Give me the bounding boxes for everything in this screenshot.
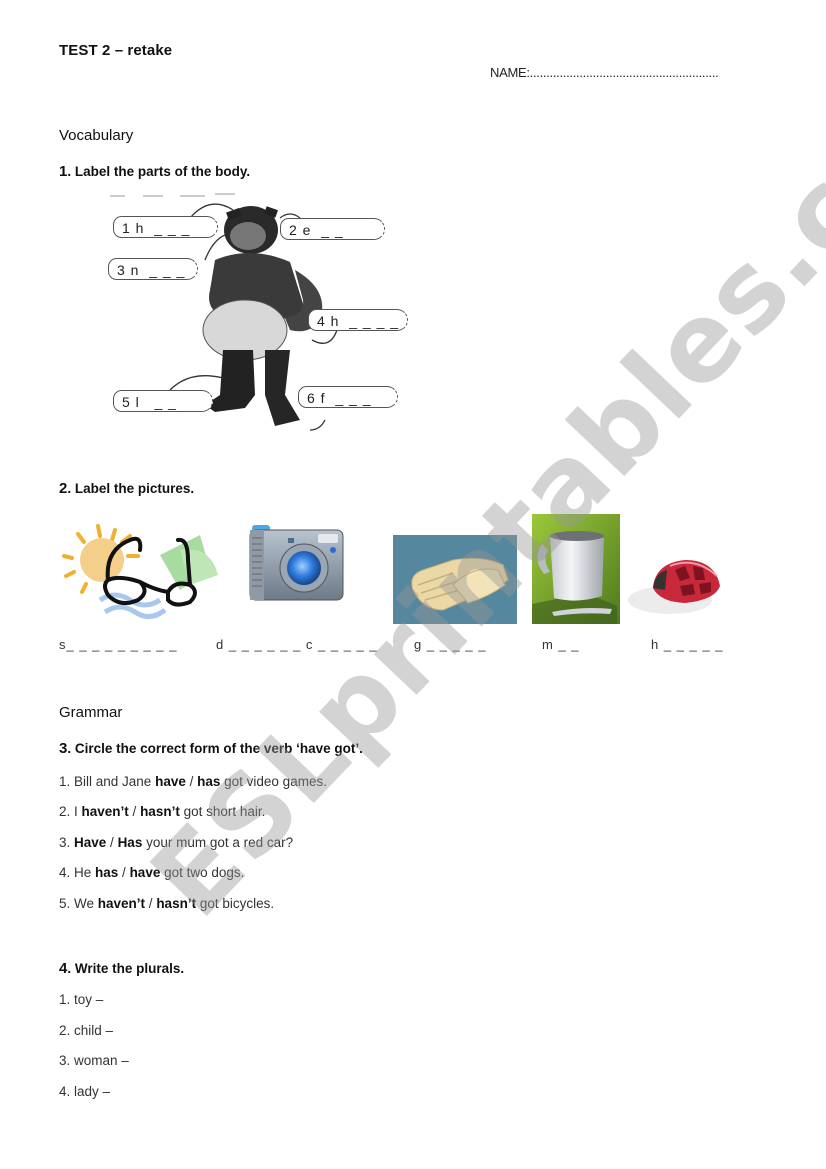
verb-option-2[interactable]: Has xyxy=(118,835,143,850)
mug-image xyxy=(532,514,620,624)
body-label-4[interactable]: 4 h _ _ _ _ xyxy=(308,309,408,331)
section-heading-vocabulary: Vocabulary xyxy=(59,127,134,144)
option-separator: / xyxy=(128,804,141,819)
body-label-6[interactable]: 6 f _ _ _ xyxy=(298,386,398,408)
verb-option-2[interactable]: have xyxy=(130,865,161,880)
verb-option-2[interactable]: hasn’t xyxy=(156,896,196,911)
body-label-2[interactable]: 2 e _ _ xyxy=(280,218,385,240)
item-text: got short hair. xyxy=(179,804,266,819)
option-separator: / xyxy=(145,896,157,911)
grammar-item: 5. We haven’t / hasn’t got bicycles. xyxy=(59,896,274,911)
question-text: . Circle the correct form of the verb ‘h… xyxy=(67,741,363,756)
helmet-image xyxy=(625,548,735,618)
item-number: 3. xyxy=(59,835,75,850)
item-number: 5. xyxy=(59,896,75,911)
option-separator: / xyxy=(185,774,198,789)
sunglasses-image xyxy=(60,520,220,625)
question-text: . Label the parts of the body. xyxy=(67,164,251,179)
body-label-5[interactable]: 5 l _ _ xyxy=(113,390,213,412)
body-parts-figure: 1 h _ _ _ 2 e _ _ 3 n _ _ _ 4 h _ _ _ _ … xyxy=(105,190,410,435)
item-number: 2. xyxy=(59,804,75,819)
item-number: 4. xyxy=(59,865,75,880)
verb-option-1[interactable]: Have xyxy=(74,835,106,850)
question-3-instruction: 3. Circle the correct form of the verb ‘… xyxy=(59,740,363,757)
plural-item[interactable]: 1. toy – xyxy=(59,992,103,1007)
item-text: He xyxy=(74,865,96,880)
verb-option-1[interactable]: have xyxy=(155,774,186,789)
question-2-instruction: 2. Label the pictures. xyxy=(59,480,194,497)
body-label-3[interactable]: 3 n _ _ _ xyxy=(108,258,198,280)
name-field[interactable]: NAME:...................................… xyxy=(490,65,719,80)
grammar-item: 1. Bill and Jane have / has got video ga… xyxy=(59,774,327,789)
worksheet-title: TEST 2 – retake xyxy=(59,42,173,59)
item-text: We xyxy=(74,896,98,911)
picture-answer-3[interactable]: g _ _ _ _ _ xyxy=(414,637,486,652)
question-1-instruction: 1. Label the parts of the body. xyxy=(59,163,250,180)
item-text: got bicycles. xyxy=(196,896,275,911)
picture-answer-2[interactable]: d _ _ _ _ _ _ c _ _ _ _ _ xyxy=(216,637,378,652)
option-separator: / xyxy=(106,835,118,850)
picture-answer-5[interactable]: h _ _ _ _ _ xyxy=(651,637,723,652)
plural-item[interactable]: 3. woman – xyxy=(59,1053,129,1068)
digital-camera-image xyxy=(248,520,346,602)
verb-option-2[interactable]: hasn’t xyxy=(140,804,180,819)
verb-option-1[interactable]: haven’t xyxy=(82,804,129,819)
section-heading-grammar: Grammar xyxy=(59,704,123,721)
question-text: . Write the plurals. xyxy=(67,961,185,976)
plural-item[interactable]: 2. child – xyxy=(59,1023,113,1038)
body-label-1[interactable]: 1 h _ _ _ xyxy=(113,216,218,238)
option-separator: / xyxy=(118,865,130,880)
verb-option-1[interactable]: haven’t xyxy=(98,896,145,911)
item-text: got two dogs. xyxy=(160,865,245,880)
verb-option-1[interactable]: has xyxy=(95,865,118,880)
item-text: Bill and Jane xyxy=(74,774,156,789)
plural-item[interactable]: 4. lady – xyxy=(59,1084,110,1099)
item-text: I xyxy=(74,804,82,819)
question-4-instruction: 4. Write the plurals. xyxy=(59,960,184,977)
question-text: . Label the pictures. xyxy=(67,481,195,496)
item-text: your mum got a red car? xyxy=(142,835,294,850)
verb-option-2[interactable]: has xyxy=(197,774,220,789)
grammar-item: 3. Have / Has your mum got a red car? xyxy=(59,835,293,850)
picture-answer-1[interactable]: s_ _ _ _ _ _ _ _ _ xyxy=(59,637,177,652)
item-number: 1. xyxy=(59,774,75,789)
item-text: got video games. xyxy=(220,774,327,789)
grammar-item: 2. I haven’t / hasn’t got short hair. xyxy=(59,804,265,819)
picture-answer-4[interactable]: m _ _ xyxy=(542,637,580,652)
grammar-item: 4. He has / have got two dogs. xyxy=(59,865,244,880)
gloves-image xyxy=(393,535,517,624)
